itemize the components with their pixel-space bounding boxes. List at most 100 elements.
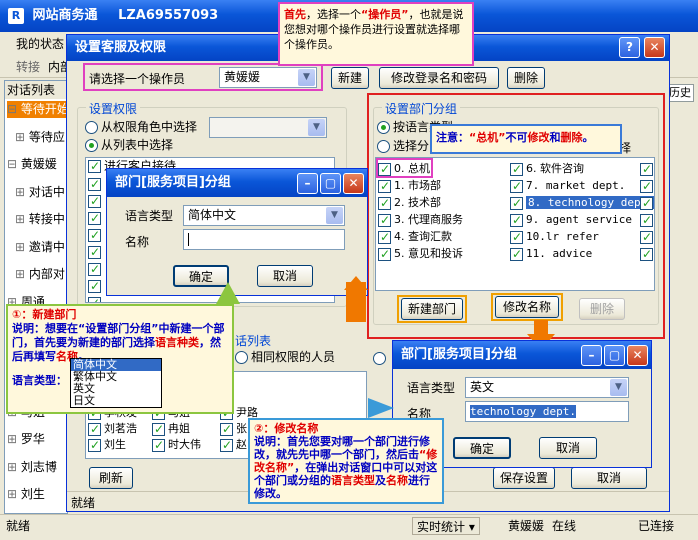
new-dept-button[interactable]: 新建部门 bbox=[401, 298, 463, 320]
delete-dept-button[interactable]: 删除 bbox=[579, 298, 625, 320]
person-item[interactable]: 刘生 bbox=[88, 436, 126, 454]
rename-ok-button[interactable]: 确定 bbox=[453, 437, 511, 459]
settings-help-button[interactable]: ? bbox=[619, 37, 640, 58]
dept-item[interactable]: 2. 技术部 bbox=[378, 194, 441, 212]
conversation-list-item[interactable]: ⊞ 刘生 bbox=[7, 486, 45, 503]
expand-icon: ⊟ bbox=[7, 157, 21, 171]
realtime-stats-dropdown[interactable]: 实时统计 ▾ bbox=[412, 517, 480, 535]
rename-name-input[interactable]: technology dept. bbox=[465, 401, 629, 422]
conversation-list-item[interactable]: ⊞ 罗华 bbox=[7, 431, 45, 448]
new-dept-name-label: 名称 bbox=[125, 235, 150, 249]
rename-lang-select[interactable]: 英文 ▼ bbox=[465, 377, 629, 398]
perm-checkbox[interactable] bbox=[88, 192, 104, 210]
conversation-list-item[interactable]: ⊞ 邀请中 bbox=[15, 239, 65, 256]
status-online: 在线 bbox=[552, 519, 577, 533]
refresh-button[interactable]: 刷新 bbox=[89, 467, 133, 489]
rename-close-button[interactable]: ✕ bbox=[627, 345, 648, 366]
expand-icon: ⊞ bbox=[15, 184, 29, 199]
arrow-left-head-icon bbox=[344, 276, 368, 290]
rename-cancel-button[interactable]: 取消 bbox=[539, 437, 597, 459]
conversation-list-item[interactable]: ⊞ 刘志博 bbox=[7, 459, 57, 476]
person-item[interactable]: 时大伟 bbox=[152, 436, 201, 454]
menu-my-status[interactable]: 我的状态 bbox=[16, 35, 64, 52]
edit-login-button[interactable]: 修改登录名和密码 bbox=[379, 67, 499, 89]
new-dept-maximize-button[interactable]: ▢ bbox=[320, 173, 341, 194]
settings-close-button[interactable]: ✕ bbox=[644, 37, 665, 58]
dept-checkbox-extra[interactable] bbox=[640, 160, 654, 178]
new-dept-cancel-button[interactable]: 取消 bbox=[257, 265, 313, 287]
dept-checkbox-extra[interactable] bbox=[640, 194, 654, 212]
extra-radio[interactable] bbox=[373, 349, 389, 366]
person-item[interactable]: 刘茗浩 bbox=[88, 420, 137, 438]
operator-select[interactable]: 黄媛媛 ▼ bbox=[219, 67, 317, 88]
dept-checkbox-extra[interactable] bbox=[640, 211, 654, 229]
person-item[interactable]: 张 bbox=[220, 420, 247, 438]
new-dept-lang-label: 语言类型 bbox=[125, 209, 174, 223]
conversation-list-item[interactable]: ⊟ 黄媛媛 bbox=[7, 156, 57, 173]
conversation-list-item[interactable]: ⊞ 内部对 bbox=[15, 266, 65, 283]
main-status-bar: 就绪 实时统计 ▾ 黄媛媛 在线 已连接 bbox=[0, 514, 698, 540]
perm-option-role[interactable]: 从权限角色中选择 bbox=[85, 119, 197, 136]
toolbar-transfer[interactable]: 转接 bbox=[16, 58, 40, 75]
new-dept-name-input[interactable] bbox=[183, 229, 345, 250]
dept-item[interactable]: 1. 市场部 bbox=[378, 177, 441, 195]
perm-checkbox[interactable] bbox=[88, 209, 104, 227]
new-dept-close-button[interactable]: ✕ bbox=[343, 173, 364, 194]
dept-checkbox-extra[interactable] bbox=[640, 228, 654, 246]
rename-minimize-button[interactable]: – bbox=[581, 345, 602, 366]
settings-cancel-button[interactable]: 取消 bbox=[571, 467, 647, 489]
perm-checkbox[interactable] bbox=[88, 175, 104, 193]
dept-group-title: 设置部门分组 bbox=[382, 100, 461, 117]
dept-item[interactable]: 9. agent service bbox=[510, 211, 632, 229]
right-history-tab[interactable]: 历史 bbox=[666, 84, 694, 102]
lang-option[interactable]: 日文 bbox=[71, 395, 161, 407]
perm-checkbox[interactable] bbox=[88, 277, 104, 295]
role-select[interactable]: ▼ bbox=[209, 117, 327, 138]
dept-item[interactable]: 5. 意见和投诉 bbox=[378, 245, 463, 263]
status-user: 黄媛媛 bbox=[508, 519, 545, 533]
person-item[interactable]: 冉姐 bbox=[152, 420, 190, 438]
new-operator-button[interactable]: 新建 bbox=[331, 67, 369, 89]
new-dept-minimize-button[interactable]: – bbox=[297, 173, 318, 194]
dept-item-selected[interactable]: 8. technology dept. bbox=[510, 194, 654, 212]
perm-checkbox[interactable] bbox=[88, 260, 104, 278]
lang-options-list[interactable]: 简体中文 繁体中文 英文 日文 bbox=[70, 358, 162, 408]
perm-option-list[interactable]: 从列表中选择 bbox=[85, 137, 173, 154]
rename-dept-button[interactable]: 修改名称 bbox=[495, 296, 559, 318]
dept-item[interactable]: 10.lr refer bbox=[510, 228, 599, 246]
conversation-list-item[interactable]: ⊞ 对话中 bbox=[15, 184, 65, 201]
expand-icon: ⊞ bbox=[15, 267, 29, 281]
dept-option-choose[interactable]: 选择分 bbox=[377, 138, 429, 155]
save-settings-button[interactable]: 保存设置 bbox=[493, 467, 555, 489]
dept-item[interactable]: 3. 代理商服务 bbox=[378, 211, 463, 229]
conversation-list-item[interactable]: ⊟ 等待开始 bbox=[7, 101, 67, 118]
expand-icon: ⊞ bbox=[7, 487, 21, 501]
new-dept-lang-select[interactable]: 简体中文 ▼ bbox=[183, 205, 345, 226]
dept-item[interactable]: 4. 查询汇款 bbox=[378, 228, 452, 246]
list-label: 话列表 bbox=[235, 334, 272, 348]
chevron-down-icon: ▼ bbox=[326, 207, 343, 224]
new-dept-dialog: 部门[服务项目]分组 – ▢ ✕ 语言类型 简体中文 ▼ 名称 确定 取消 bbox=[106, 168, 368, 296]
app-title: 网站商务通 bbox=[32, 8, 98, 23]
settings-title: 设置客服及权限 bbox=[75, 40, 167, 55]
rename-maximize-button[interactable]: ▢ bbox=[604, 345, 625, 366]
perm-checkbox[interactable] bbox=[88, 294, 104, 302]
perm-checkbox[interactable] bbox=[88, 243, 104, 261]
conversation-list-item[interactable]: ⊞ 等待应 bbox=[15, 129, 65, 146]
conversation-list-panel: 对话列表 ⊟ 等待开始 ⊞ 等待应 ⊟ 黄媛媛 ⊞ 对话中 ⊞ 转接中 ⊞ 邀请中 ⊞ 内部… bbox=[4, 80, 68, 514]
dept-item[interactable]: 11. advice bbox=[510, 245, 592, 263]
tip1-pointer bbox=[216, 282, 240, 304]
tip-note-switchboard: 注意：“总机”不可修改和删除。 bbox=[430, 124, 622, 154]
conversation-list-item[interactable]: ⊞ 转接中 bbox=[15, 211, 65, 228]
same-perm-option[interactable]: 相同权限的人员 bbox=[235, 349, 335, 366]
dept-checkbox-extra[interactable] bbox=[640, 177, 654, 195]
perm-checkbox[interactable] bbox=[88, 226, 104, 244]
expand-icon: ⊞ bbox=[7, 432, 21, 446]
dept-checkbox-extra[interactable] bbox=[640, 245, 654, 263]
dept-item[interactable]: 6. 软件咨询 bbox=[510, 160, 584, 178]
expand-icon: ⊞ bbox=[7, 459, 21, 474]
chevron-down-icon: ▼ bbox=[298, 69, 315, 86]
dept-item[interactable]: 7. market dept. bbox=[510, 177, 625, 195]
delete-operator-button[interactable]: 删除 bbox=[507, 67, 545, 89]
person-item[interactable]: 赵 bbox=[220, 436, 247, 454]
